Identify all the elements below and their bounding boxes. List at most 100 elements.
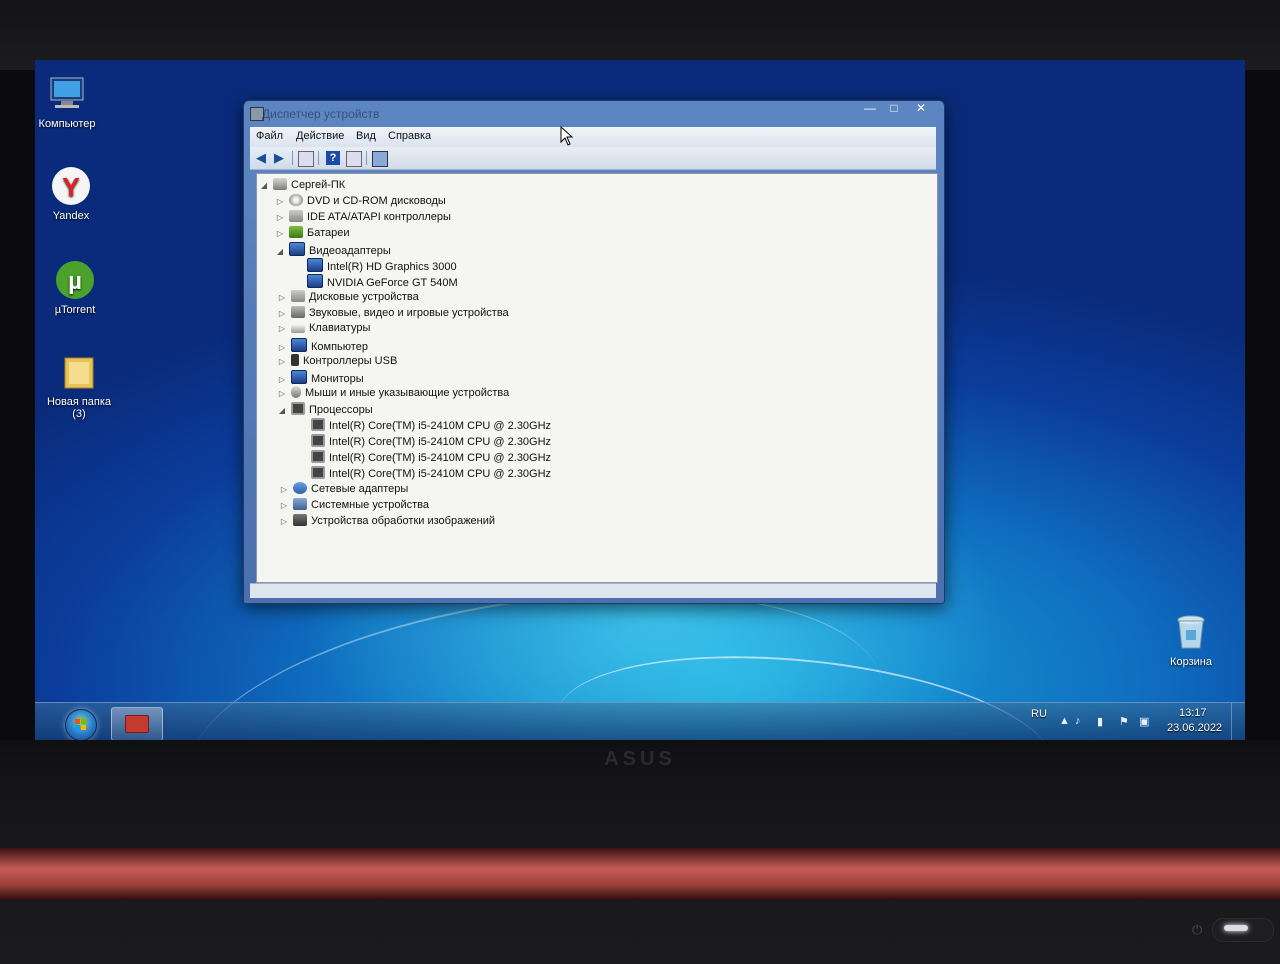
tree-node-dvd[interactable]: ▷ DVD и CD-ROM дисководы <box>275 194 446 210</box>
desktop-icon-label: Новая папка (3) <box>46 396 112 420</box>
expand-icon[interactable]: ▷ <box>277 375 287 384</box>
menu-view[interactable]: Вид <box>356 130 376 142</box>
tree-node-processors[interactable]: ◢ Процессоры <box>277 402 373 418</box>
tree-label: NVIDIA GeForce GT 540M <box>327 277 458 289</box>
display-adapter-icon <box>307 258 323 272</box>
tree-node-disk-drives[interactable]: ▷ Дисковые устройства <box>277 290 419 306</box>
tree-node-ide[interactable]: ▷ IDE ATA/ATAPI контроллеры <box>275 210 451 226</box>
tree-node-network[interactable]: ▷ Сетевые адаптеры <box>279 482 408 498</box>
tree-node-monitors[interactable]: ▷ Мониторы <box>277 370 364 386</box>
show-hidden-icons-icon[interactable]: ▲ <box>1059 715 1070 727</box>
utorrent-icon: µ <box>55 260 95 300</box>
properties-icon[interactable] <box>298 151 314 167</box>
tree-node-batteries[interactable]: ▷ Батареи <box>275 226 350 242</box>
processor-icon <box>311 434 325 447</box>
tree-node-display-adapters[interactable]: ◢ Видеоадаптеры <box>275 242 391 258</box>
view-icon[interactable] <box>346 151 362 167</box>
expand-icon[interactable]: ▷ <box>279 517 289 526</box>
expand-icon[interactable]: ▷ <box>277 389 287 398</box>
tree-root[interactable]: ◢ Сергей-ПК <box>259 178 345 194</box>
battery-icon <box>289 226 303 238</box>
menu-file[interactable]: Файл <box>256 130 283 142</box>
desktop-icon-utorrent[interactable]: µ µTorrent <box>35 260 115 316</box>
tree-leaf-cpu[interactable]: Intel(R) Core(TM) i5-2410M CPU @ 2.30GHz <box>307 434 551 450</box>
expand-icon[interactable]: ▷ <box>275 213 285 222</box>
computer-icon <box>47 74 87 114</box>
tree-label: DVD и CD-ROM дисководы <box>307 195 446 207</box>
tree-node-computer[interactable]: ▷ Компьютер <box>277 338 368 354</box>
device-manager-window: Диспетчер устройств — □ ✕ Файл Действие … <box>243 100 945 604</box>
desktop-icon-computer[interactable]: Компьютер <box>35 74 107 130</box>
menu-help[interactable]: Справка <box>388 130 431 142</box>
collapse-icon[interactable]: ◢ <box>259 181 269 190</box>
clock-date[interactable]: 23.06.2022 <box>1167 722 1222 734</box>
tree-node-system-devices[interactable]: ▷ Системные устройства <box>279 498 429 514</box>
scan-hardware-icon[interactable] <box>372 151 388 167</box>
display-adapter-icon <box>289 242 305 256</box>
taskbar: RU ▲ ♪ ▮ ⚑ ▣ 13:17 23.06.2022 <box>35 702 1245 740</box>
collapse-icon[interactable]: ◢ <box>277 406 287 415</box>
power-icon[interactable]: ▣ <box>1139 715 1149 728</box>
desktop: Компьютер Y Yandex µ µTorrent Новая папк… <box>35 60 1245 740</box>
volume-icon[interactable]: ♪ <box>1075 715 1081 727</box>
language-indicator[interactable]: RU <box>1031 708 1047 720</box>
collapse-icon[interactable]: ◢ <box>275 247 285 256</box>
windows-logo-icon <box>75 719 86 730</box>
desktop-icon-label: µTorrent <box>54 304 96 316</box>
tree-label: IDE ATA/ATAPI контроллеры <box>307 211 451 223</box>
expand-icon[interactable]: ▷ <box>275 229 285 238</box>
tree-leaf-gpu[interactable]: NVIDIA GeForce GT 540M <box>303 274 458 290</box>
expand-icon[interactable]: ▷ <box>275 197 285 206</box>
show-desktop-button[interactable] <box>1231 703 1245 740</box>
expand-icon[interactable]: ▷ <box>277 309 287 318</box>
expand-icon[interactable]: ▷ <box>277 324 287 333</box>
tree-leaf-cpu[interactable]: Intel(R) Core(TM) i5-2410M CPU @ 2.30GHz <box>307 418 551 434</box>
toolbox-icon <box>125 715 149 733</box>
clock-time[interactable]: 13:17 <box>1179 707 1207 719</box>
tree-node-keyboards[interactable]: ▷ Клавиатуры <box>277 322 370 338</box>
speaker-icon <box>291 306 305 318</box>
expand-icon[interactable]: ▷ <box>279 501 289 510</box>
toolbar: ◀ ▶ ? <box>250 147 936 170</box>
desktop-icon-new-folder[interactable]: Новая папка (3) <box>39 352 119 420</box>
menu-action[interactable]: Действие <box>296 130 344 142</box>
start-button[interactable] <box>65 709 97 740</box>
desktop-icon-recycle-bin[interactable]: Корзина <box>1151 612 1231 668</box>
desktop-icon-yandex[interactable]: Y Yandex <box>35 166 111 222</box>
expand-icon[interactable]: ▷ <box>279 485 289 494</box>
back-icon[interactable]: ◀ <box>254 151 268 165</box>
tree-node-mice[interactable]: ▷ Мыши и иные указывающие устройства <box>277 386 509 402</box>
minimize-button[interactable]: — <box>858 100 882 118</box>
tree-node-usb[interactable]: ▷ Контроллеры USB <box>277 354 397 370</box>
tree-label: Компьютер <box>311 341 368 353</box>
recycle-bin-icon <box>1171 612 1211 652</box>
help-icon[interactable]: ? <box>326 151 340 165</box>
usb-icon <box>291 354 299 366</box>
tree-leaf-cpu[interactable]: Intel(R) Core(TM) i5-2410M CPU @ 2.30GHz <box>307 466 551 482</box>
desktop-icon-label: Yandex <box>52 210 90 222</box>
tree-label: Intel(R) Core(TM) i5-2410M CPU @ 2.30GHz <box>329 436 552 448</box>
computer-icon <box>273 178 287 190</box>
tree-node-sound[interactable]: ▷ Звуковые, видео и игровые устройства <box>277 306 509 322</box>
expand-icon[interactable]: ▷ <box>277 357 287 366</box>
maximize-button[interactable]: □ <box>882 100 906 118</box>
tree-label: Мыши и иные указывающие устройства <box>305 387 510 399</box>
signal-icon[interactable]: ▮ <box>1097 715 1103 728</box>
action-center-flag-icon[interactable]: ⚑ <box>1119 715 1129 728</box>
close-button[interactable]: ✕ <box>906 100 936 118</box>
monitor-icon <box>291 370 307 384</box>
tree-leaf-gpu[interactable]: Intel(R) HD Graphics 3000 <box>303 258 457 274</box>
expand-icon[interactable]: ▷ <box>277 293 287 302</box>
taskbar-device-manager-button[interactable] <box>111 707 163 740</box>
ide-controller-icon <box>289 210 303 222</box>
display-adapter-icon <box>307 274 323 288</box>
tree-label: Intel(R) Core(TM) i5-2410M CPU @ 2.30GHz <box>329 452 552 464</box>
tree-leaf-cpu[interactable]: Intel(R) Core(TM) i5-2410M CPU @ 2.30GHz <box>307 450 551 466</box>
tree-label: Контроллеры USB <box>303 355 398 367</box>
forward-icon[interactable]: ▶ <box>272 151 286 165</box>
tree-label: Процессоры <box>309 404 373 416</box>
menu-bar: Файл Действие Вид Справка <box>250 127 936 147</box>
expand-icon[interactable]: ▷ <box>277 343 287 352</box>
tree-node-imaging[interactable]: ▷ Устройства обработки изображений <box>279 514 495 530</box>
processor-icon <box>311 450 325 463</box>
